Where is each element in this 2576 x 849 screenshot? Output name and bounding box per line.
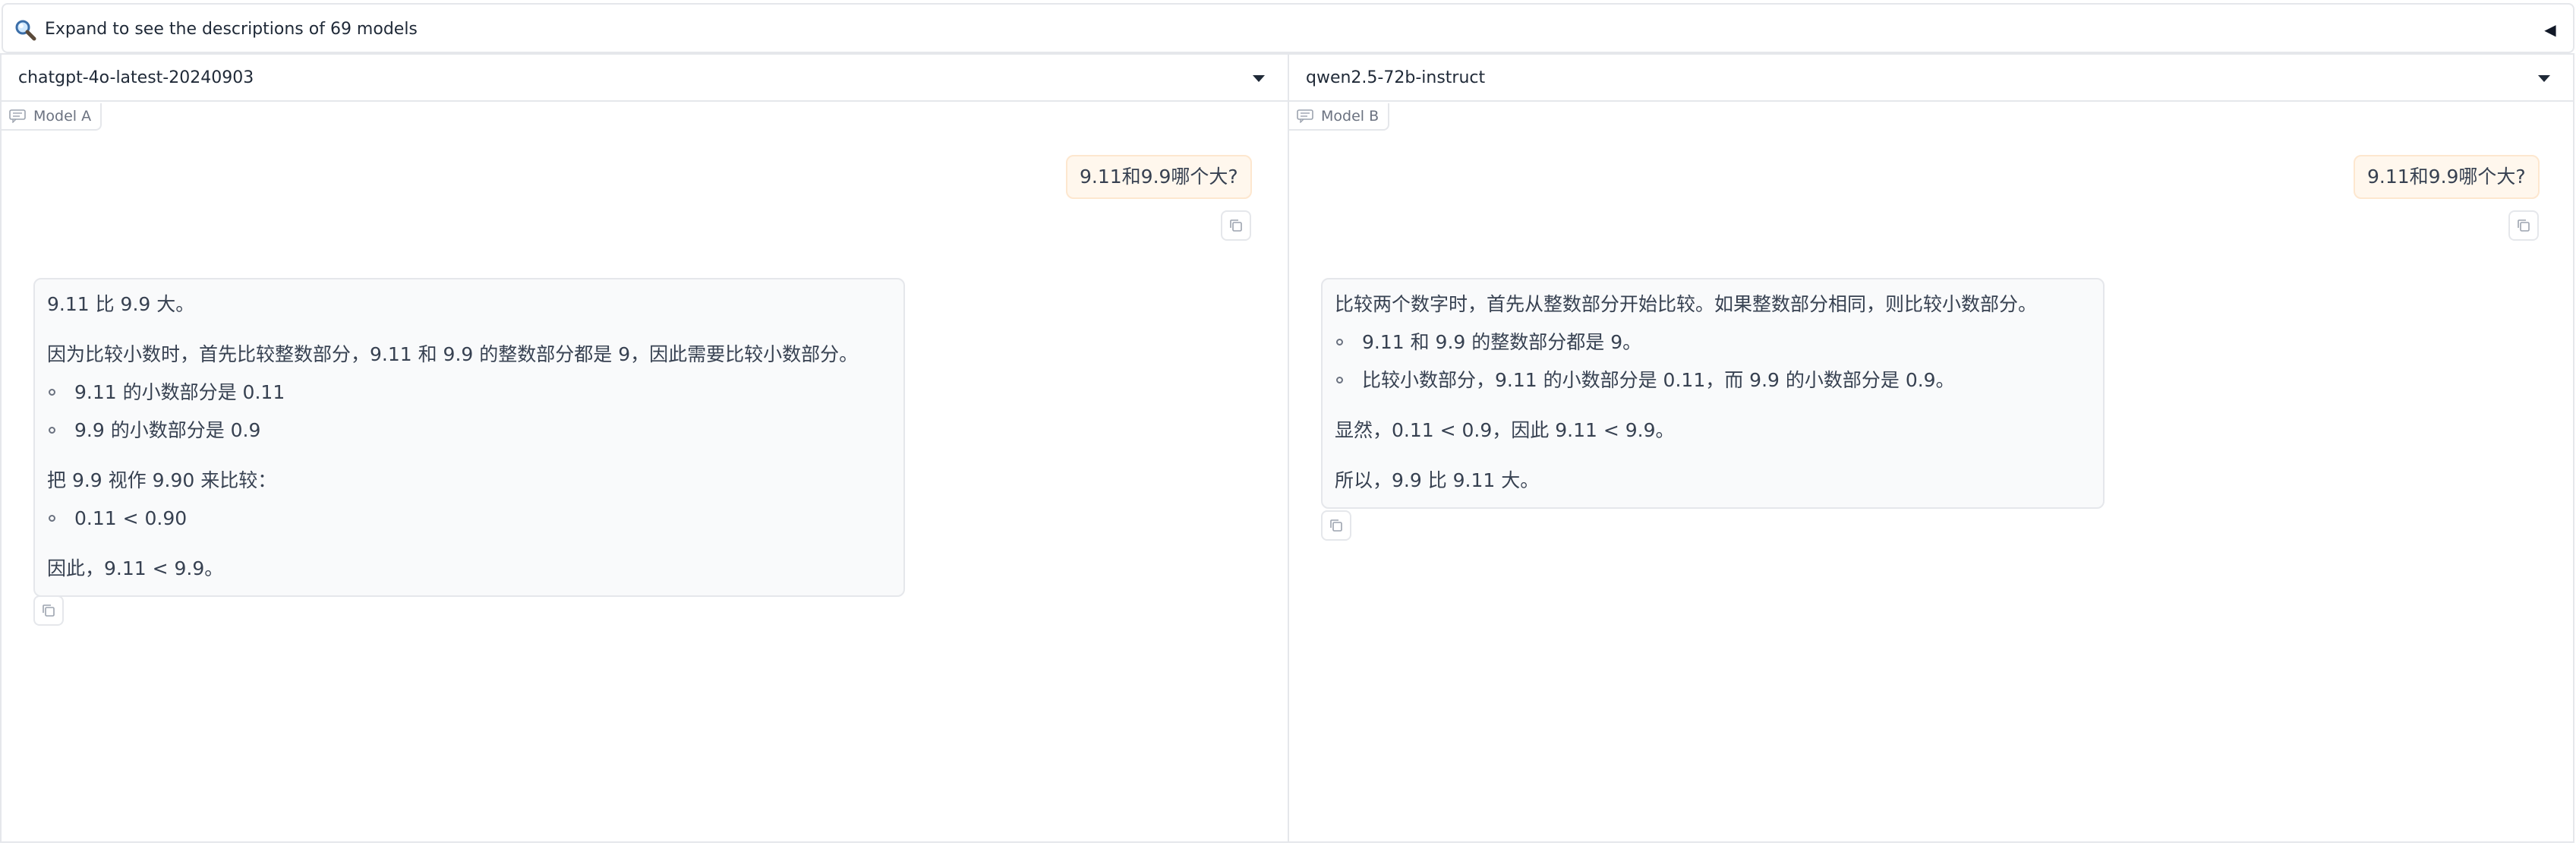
chat-bubble-icon: [9, 109, 26, 123]
copy-icon: [43, 604, 55, 617]
list-item: 9.11 的小数部分是 0.11: [47, 374, 891, 412]
bot-message: 9.11 比 9.9 大。 因为比较小数时，首先比较整数部分，9.11 和 9.…: [33, 278, 905, 597]
arena-frame: Expand to see the descriptions of 69 mod…: [0, 0, 2576, 849]
chat-panel-model-a: chatgpt-4o-latest-20240903 Model A 9.11和…: [0, 53, 1288, 843]
model-a-select-value: chatgpt-4o-latest-20240903: [18, 68, 254, 87]
list-item: 比较小数部分，9.11 的小数部分是 0.11，而 9.9 的小数部分是 0.9…: [1335, 361, 2091, 399]
user-message: 9.11和9.9哪个大?: [2354, 155, 2540, 199]
message-paragraph: 因为比较小数时，首先比较整数部分，9.11 和 9.9 的整数部分都是 9，因此…: [47, 343, 859, 365]
message-list: 9.11 和 9.9 的整数部分都是 9。 比较小数部分，9.11 的小数部分是…: [1335, 324, 2091, 399]
copy-bot-message-button[interactable]: [33, 595, 64, 626]
model-b-select[interactable]: qwen2.5-72b-instruct: [1289, 55, 2573, 102]
copy-icon: [1230, 219, 1242, 232]
message-paragraph: 因此，9.11 < 9.9。: [47, 557, 224, 579]
copy-user-message-button[interactable]: [1221, 210, 1251, 241]
model-b-tag-label: Model B: [1321, 108, 1379, 125]
message-paragraph: 把 9.9 视作 9.90 来比较：: [47, 469, 277, 491]
message-list: 0.11 < 0.90: [47, 500, 891, 538]
collapse-arrow-icon[interactable]: ◀: [2541, 18, 2559, 41]
chevron-down-icon: [1253, 75, 1265, 82]
model-b-select-value: qwen2.5-72b-instruct: [1306, 68, 1486, 87]
copy-user-message-button[interactable]: [2508, 210, 2539, 241]
magnifier-icon: [15, 20, 36, 41]
copy-icon: [1330, 519, 1342, 532]
model-a-tag-label: Model A: [33, 108, 92, 125]
list-item: 9.9 的小数部分是 0.9: [47, 412, 891, 450]
user-message: 9.11和9.9哪个大?: [1066, 155, 1252, 199]
bot-message: 比较两个数字时，首先从整数部分开始比较。如果整数部分相同，则比较小数部分。 9.…: [1321, 278, 2105, 509]
model-b-tag: Model B: [1289, 103, 1390, 131]
list-item: 9.11 和 9.9 的整数部分都是 9。: [1335, 324, 2091, 361]
message-list: 9.11 的小数部分是 0.11 9.9 的小数部分是 0.9: [47, 374, 891, 450]
message-paragraph: 所以，9.9 比 9.11 大。: [1335, 469, 1540, 491]
chat-bubble-icon: [1297, 109, 1313, 123]
copy-bot-message-button[interactable]: [1321, 510, 1351, 541]
model-a-select[interactable]: chatgpt-4o-latest-20240903: [2, 55, 1288, 102]
message-paragraph: 9.11 比 9.9 大。: [47, 293, 195, 315]
copy-icon: [2518, 219, 2530, 232]
message-paragraph: 比较两个数字时，首先从整数部分开始比较。如果整数部分相同，则比较小数部分。: [1335, 293, 2038, 315]
accordion-label: Expand to see the descriptions of 69 mod…: [45, 20, 418, 39]
list-item: 0.11 < 0.90: [47, 500, 891, 538]
model-descriptions-accordion[interactable]: Expand to see the descriptions of 69 mod…: [2, 3, 2574, 53]
model-a-tag: Model A: [2, 103, 102, 131]
chevron-down-icon: [2538, 75, 2550, 82]
message-paragraph: 显然，0.11 < 0.9，因此 9.11 < 9.9。: [1335, 419, 1675, 441]
chat-panel-model-b: qwen2.5-72b-instruct Model B 9.11和9.9哪个大…: [1288, 53, 2574, 843]
